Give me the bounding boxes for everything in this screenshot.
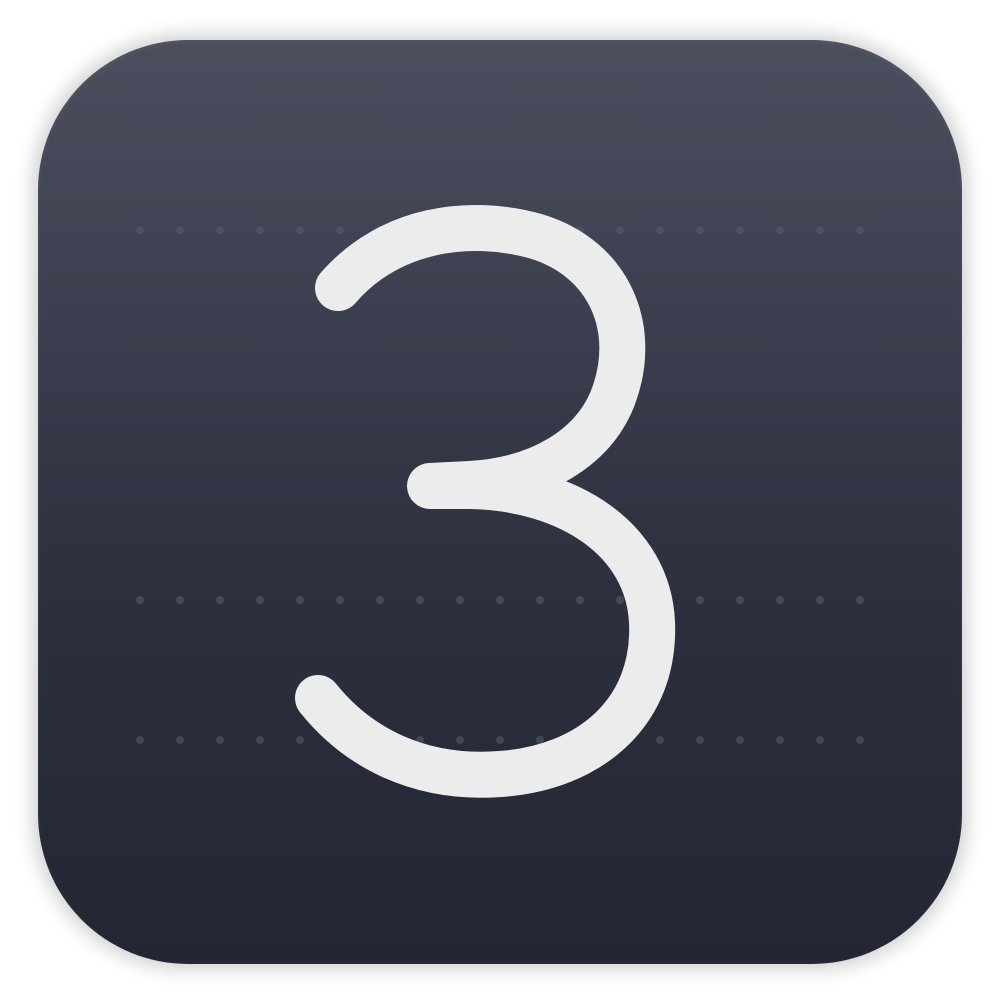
digit-three-glyph	[295, 205, 676, 798]
